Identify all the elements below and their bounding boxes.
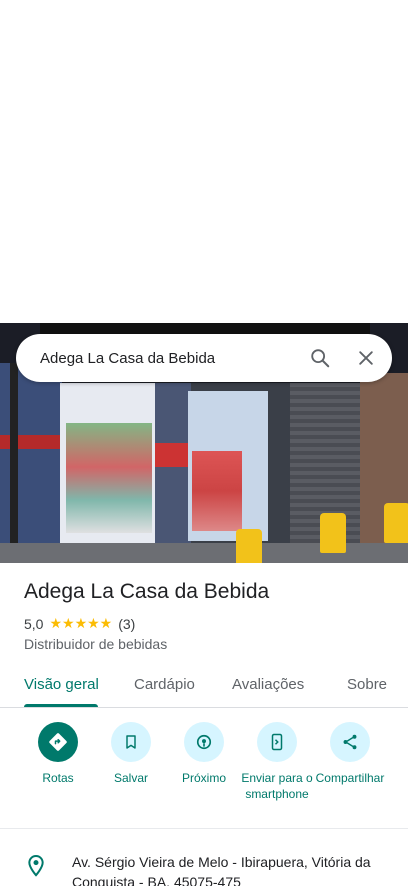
address-text: Av. Sérgio Vieira de Melo - Ibirapuera, … xyxy=(72,854,371,886)
share-button[interactable]: Compartilhar xyxy=(311,722,389,786)
star-rating-icon: ★★★★★ xyxy=(49,615,113,631)
divider xyxy=(0,828,408,829)
send-to-phone-label: Enviar para o smartphone xyxy=(241,771,313,801)
nearby-label: Próximo xyxy=(181,771,226,785)
share-icon xyxy=(330,722,370,762)
review-count[interactable]: (3) xyxy=(118,616,135,632)
send-to-phone-button[interactable]: Enviar para o smartphone xyxy=(238,722,316,802)
nearby-icon xyxy=(184,722,224,762)
tab-bar: Visão geral Cardápio Avaliações Sobre xyxy=(0,664,408,708)
tab-menu[interactable]: Cardápio xyxy=(134,676,195,693)
tab-indicator xyxy=(24,704,98,707)
rating-row[interactable]: 5,0 ★★★★★ (3) xyxy=(24,615,135,632)
search-bar[interactable]: Adega La Casa da Bebida xyxy=(16,334,392,382)
place-category: Distribuidor de bebidas xyxy=(24,636,168,652)
search-query[interactable]: Adega La Casa da Bebida xyxy=(16,350,300,367)
share-label: Compartilhar xyxy=(315,771,385,785)
save-button[interactable]: Salvar xyxy=(92,722,170,786)
directions-button[interactable]: Rotas xyxy=(19,722,97,786)
directions-label: Rotas xyxy=(42,771,74,785)
search-icon[interactable] xyxy=(300,338,340,378)
close-icon[interactable] xyxy=(346,338,386,378)
action-buttons: Rotas Salvar Próximo Enviar para o smart… xyxy=(0,722,408,822)
tab-about[interactable]: Sobre xyxy=(347,676,387,693)
directions-icon xyxy=(38,722,78,762)
bookmark-icon xyxy=(111,722,151,762)
location-pin-icon xyxy=(26,854,46,883)
map-area[interactable] xyxy=(0,0,408,323)
place-title: Adega La Casa da Bebida xyxy=(24,580,270,603)
send-to-phone-icon xyxy=(257,722,297,762)
nearby-button[interactable]: Próximo xyxy=(165,722,243,786)
tab-overview[interactable]: Visão geral xyxy=(24,676,99,693)
rating-value: 5,0 xyxy=(24,615,44,632)
save-label: Salvar xyxy=(113,771,148,785)
tab-reviews[interactable]: Avaliações xyxy=(232,676,304,693)
